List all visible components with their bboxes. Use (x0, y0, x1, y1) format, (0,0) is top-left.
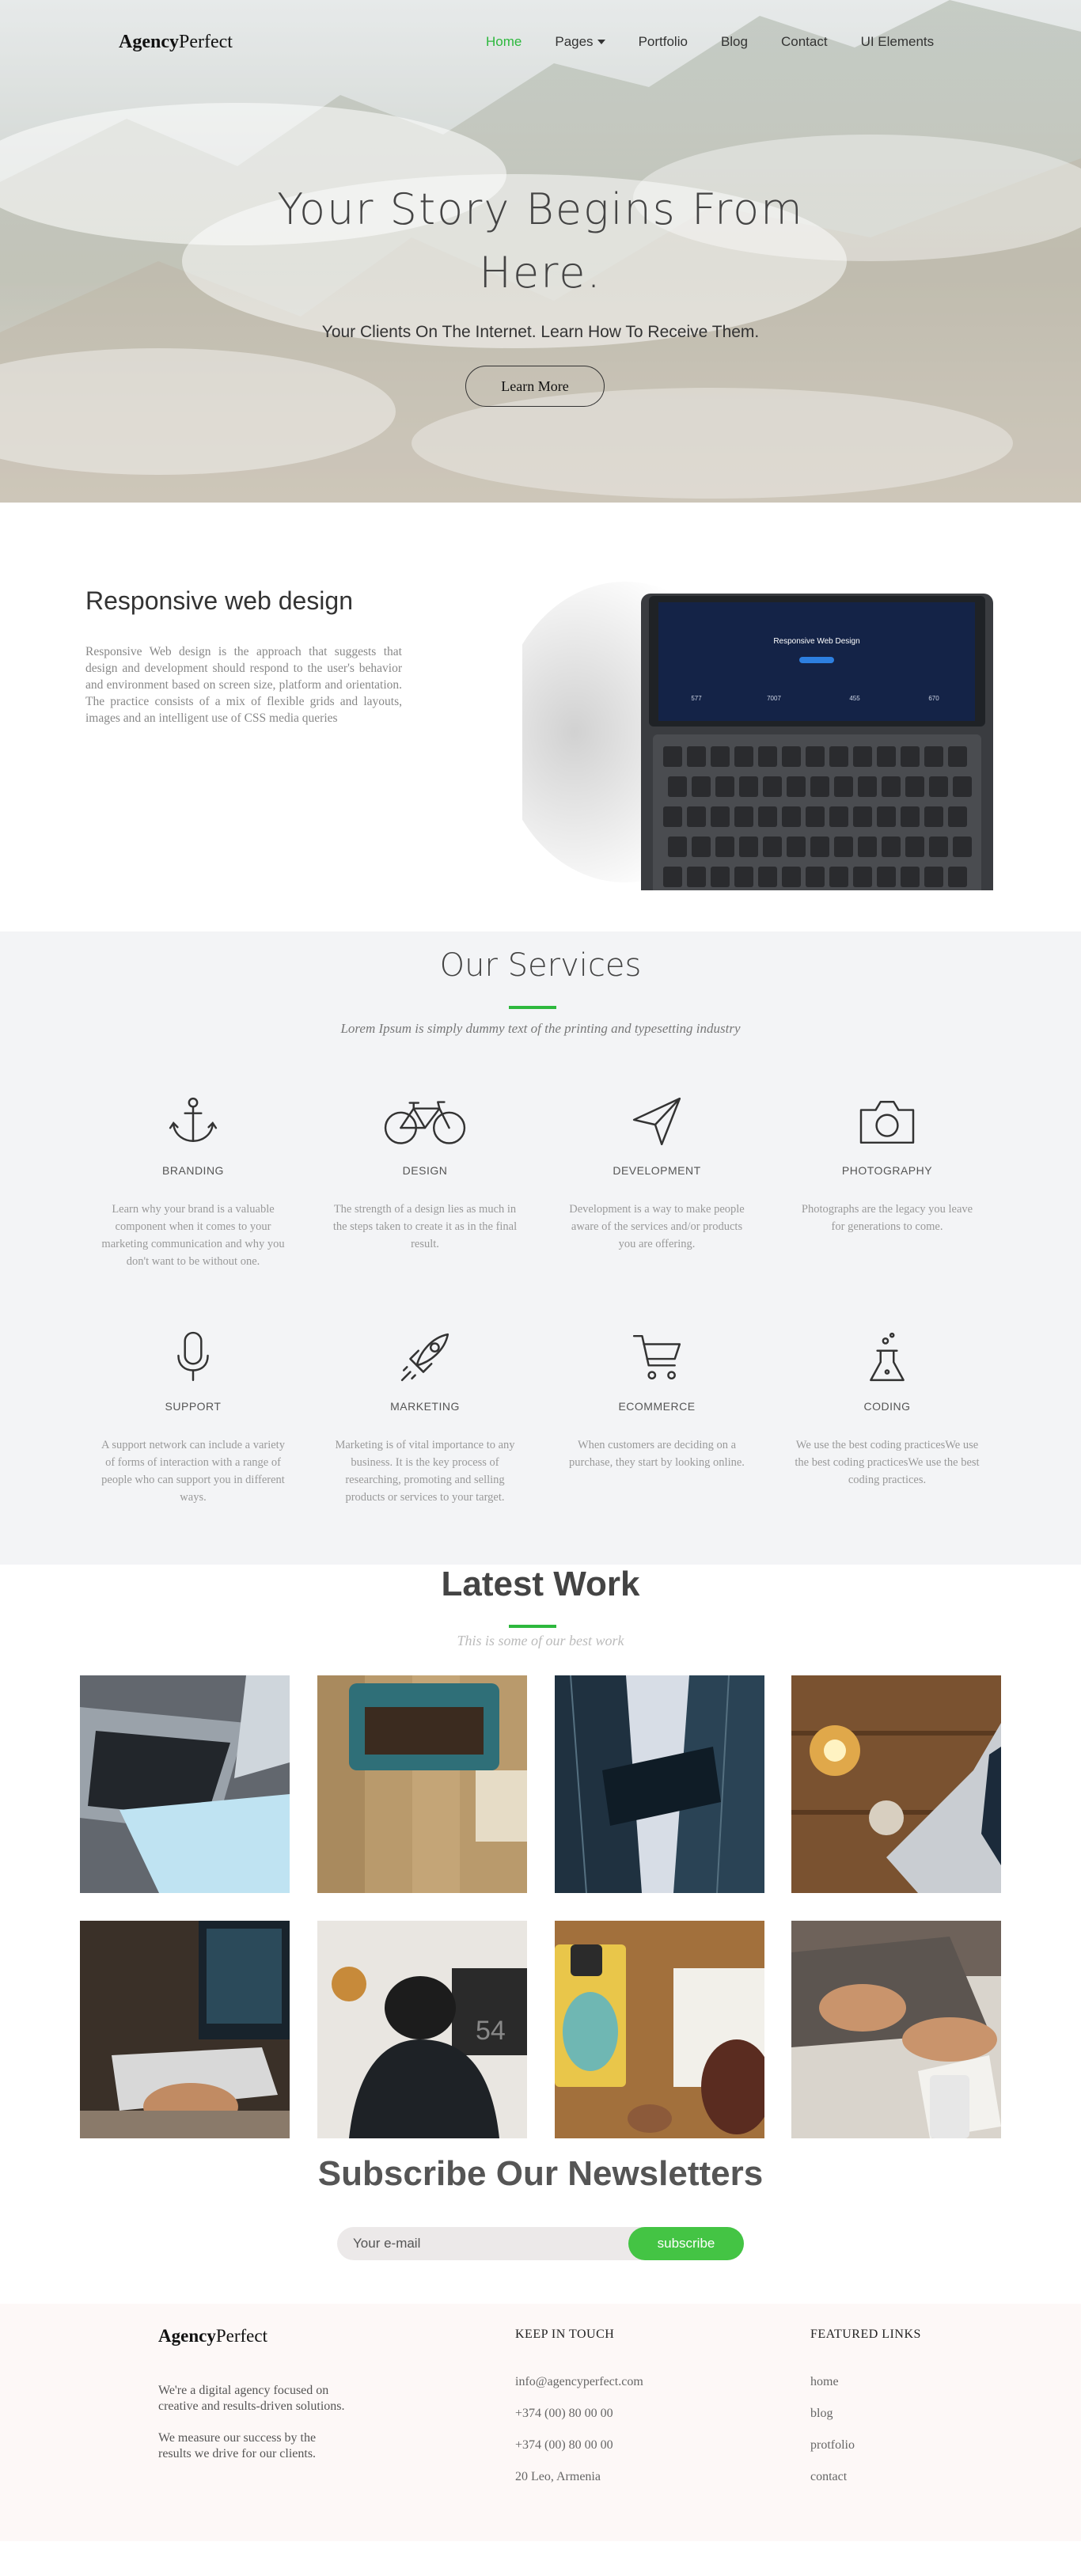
caret-down-icon (597, 40, 605, 44)
services-title: Our Services (439, 947, 642, 984)
footer-about-text: We're a digital agency focused on creati… (158, 2384, 345, 2413)
work-subtitle: This is some of our best work (457, 1633, 624, 1648)
subscribe-form: subscribe (337, 2227, 744, 2260)
tablet-screen-title: Responsive Web Design (773, 637, 859, 646)
jersey-number: 54 (476, 2016, 506, 2046)
tablet-stat: 455 (849, 695, 860, 702)
latest-work-section: Latest Work This is some of our best wor… (0, 1565, 1081, 2154)
work-title: Latest Work (441, 1565, 640, 1603)
portfolio-item-candle-laptop[interactable] (791, 1675, 1001, 1893)
services-subtitle: Lorem Ipsum is simply dummy text of the … (340, 1021, 741, 1036)
hero-section: AgencyPerfect Home Pages Portfolio Blog … (0, 0, 1081, 503)
service-description: Development is a way to make people awar… (569, 1203, 745, 1250)
nav-item-blog[interactable]: Blog (721, 34, 748, 50)
tablet-stat: 577 (691, 695, 702, 702)
paper-plane-icon (558, 1090, 756, 1153)
service-name: DEVELOPMENT (613, 1164, 701, 1177)
bicycle-icon (326, 1090, 524, 1153)
tablet-stat: 670 (928, 695, 939, 702)
service-description: The strength of a design lies as much in… (332, 1203, 518, 1250)
site-logo[interactable]: AgencyPerfect (119, 32, 233, 53)
portfolio-item-laptop[interactable] (80, 1675, 290, 1893)
top-navigation: AgencyPerfect Home Pages Portfolio Blog … (0, 0, 1081, 85)
service-name: PHOTOGRAPHY (841, 1164, 933, 1177)
portfolio-item-person-desk[interactable]: 54 (317, 1921, 527, 2138)
featured-links-heading: FEATURED LINKS (810, 2328, 921, 2341)
contact-list: info@agencyperfect.com +374 (00) 80 00 0… (515, 2375, 643, 2502)
cart-icon (558, 1326, 756, 1389)
portfolio-item-buildings[interactable] (555, 1675, 764, 1893)
keep-in-touch-heading: KEEP IN TOUCH (515, 2328, 615, 2341)
service-description: When customers are deciding on a purchas… (569, 1439, 745, 1469)
tablet-keyboard-image: Responsive Web Design 577 7007 455 670 (499, 550, 997, 918)
footer-link-contact[interactable]: contact (810, 2470, 847, 2483)
footer-link-home[interactable]: home (810, 2375, 839, 2388)
camera-icon (788, 1090, 986, 1153)
responsive-title: Responsive web design (85, 586, 353, 615)
footer-link-blog[interactable]: blog (810, 2407, 833, 2420)
service-name: SUPPORT (165, 1400, 222, 1413)
service-name: DESIGN (402, 1164, 448, 1177)
portfolio-item-typewriter[interactable] (317, 1675, 527, 1893)
footer-logo[interactable]: AgencyPerfect (158, 2326, 267, 2346)
subscribe-button[interactable]: subscribe (628, 2227, 744, 2260)
nav-item-pages[interactable]: Pages (555, 34, 605, 50)
service-description: A support network can include a variety … (101, 1439, 285, 1504)
featured-links-list: home blog protfolio contact (810, 2375, 855, 2502)
service-description: Photographs are the legacy you leave for… (801, 1203, 973, 1233)
footer-about-text: We measure our success by the results we… (158, 2431, 317, 2460)
service-coding: CODING We use the best coding practicesW… (788, 1326, 986, 1489)
service-description: Marketing is of vital importance to any … (335, 1439, 515, 1504)
service-branding: BRANDING Learn why your brand is a valua… (94, 1090, 292, 1270)
service-development: DEVELOPMENT Development is a way to make… (558, 1090, 756, 1253)
service-name: BRANDING (162, 1164, 224, 1177)
footer-link-portfolio[interactable]: protfolio (810, 2438, 855, 2452)
flask-icon (788, 1326, 986, 1389)
service-name: CODING (863, 1400, 911, 1413)
portfolio-item-notebook[interactable] (555, 1921, 764, 2138)
learn-more-button[interactable]: Learn More (465, 366, 605, 407)
portfolio-item-imac[interactable] (80, 1921, 290, 2138)
contact-phone[interactable]: +374 (00) 80 00 00 (515, 2407, 643, 2438)
service-name: MARKETING (390, 1400, 460, 1413)
service-support: SUPPORT A support network can include a … (94, 1326, 292, 1506)
microphone-icon (94, 1326, 292, 1389)
tablet-stat: 7007 (767, 695, 781, 702)
service-name: ECOMMERCE (618, 1400, 696, 1413)
service-design: DESIGN The strength of a design lies as … (326, 1090, 524, 1253)
nav-menu: Home Pages Portfolio Blog Contact UI Ele… (486, 34, 967, 50)
contact-address: 20 Leo, Armenia (515, 2470, 601, 2483)
hero-subtitle: Your Clients On The Internet. Learn How … (321, 323, 760, 341)
service-description: We use the best coding practicesWe use t… (795, 1439, 980, 1486)
footer-about: We're a digital agency focused on creati… (158, 2383, 348, 2478)
rocket-icon (326, 1326, 524, 1389)
footer: AgencyPerfect We're a digital agency foc… (0, 2304, 1081, 2541)
anchor-icon (94, 1090, 292, 1153)
email-input[interactable] (353, 2227, 614, 2260)
nav-item-home[interactable]: Home (486, 34, 522, 50)
service-photography: PHOTOGRAPHY Photographs are the legacy y… (788, 1090, 986, 1235)
nav-item-ui-elements[interactable]: UI Elements (861, 34, 935, 50)
service-ecommerce: ECOMMERCE When customers are deciding on… (558, 1326, 756, 1471)
services-section: Our Services Lorem Ipsum is simply dummy… (0, 931, 1081, 1565)
nav-item-portfolio[interactable]: Portfolio (639, 34, 688, 50)
hero-title: Your Story Begins From Here. (277, 184, 804, 298)
contact-phone[interactable]: +374 (00) 80 00 00 (515, 2438, 643, 2470)
title-underline (509, 1006, 556, 1009)
title-underline (509, 1625, 556, 1628)
service-description: Learn why your brand is a valuable compo… (101, 1203, 285, 1268)
nav-item-contact[interactable]: Contact (781, 34, 828, 50)
service-marketing: MARKETING Marketing is of vital importan… (326, 1326, 524, 1506)
contact-email[interactable]: info@agencyperfect.com (515, 2375, 643, 2407)
portfolio-item-typing[interactable] (791, 1921, 1001, 2138)
responsive-section: Responsive web design Responsive Web des… (0, 503, 1081, 931)
subscribe-section: Subscribe Our Newsletters subscribe (0, 2154, 1081, 2304)
responsive-description: Responsive Web design is the approach th… (85, 645, 402, 725)
subscribe-title: Subscribe Our Newsletters (317, 2154, 764, 2193)
